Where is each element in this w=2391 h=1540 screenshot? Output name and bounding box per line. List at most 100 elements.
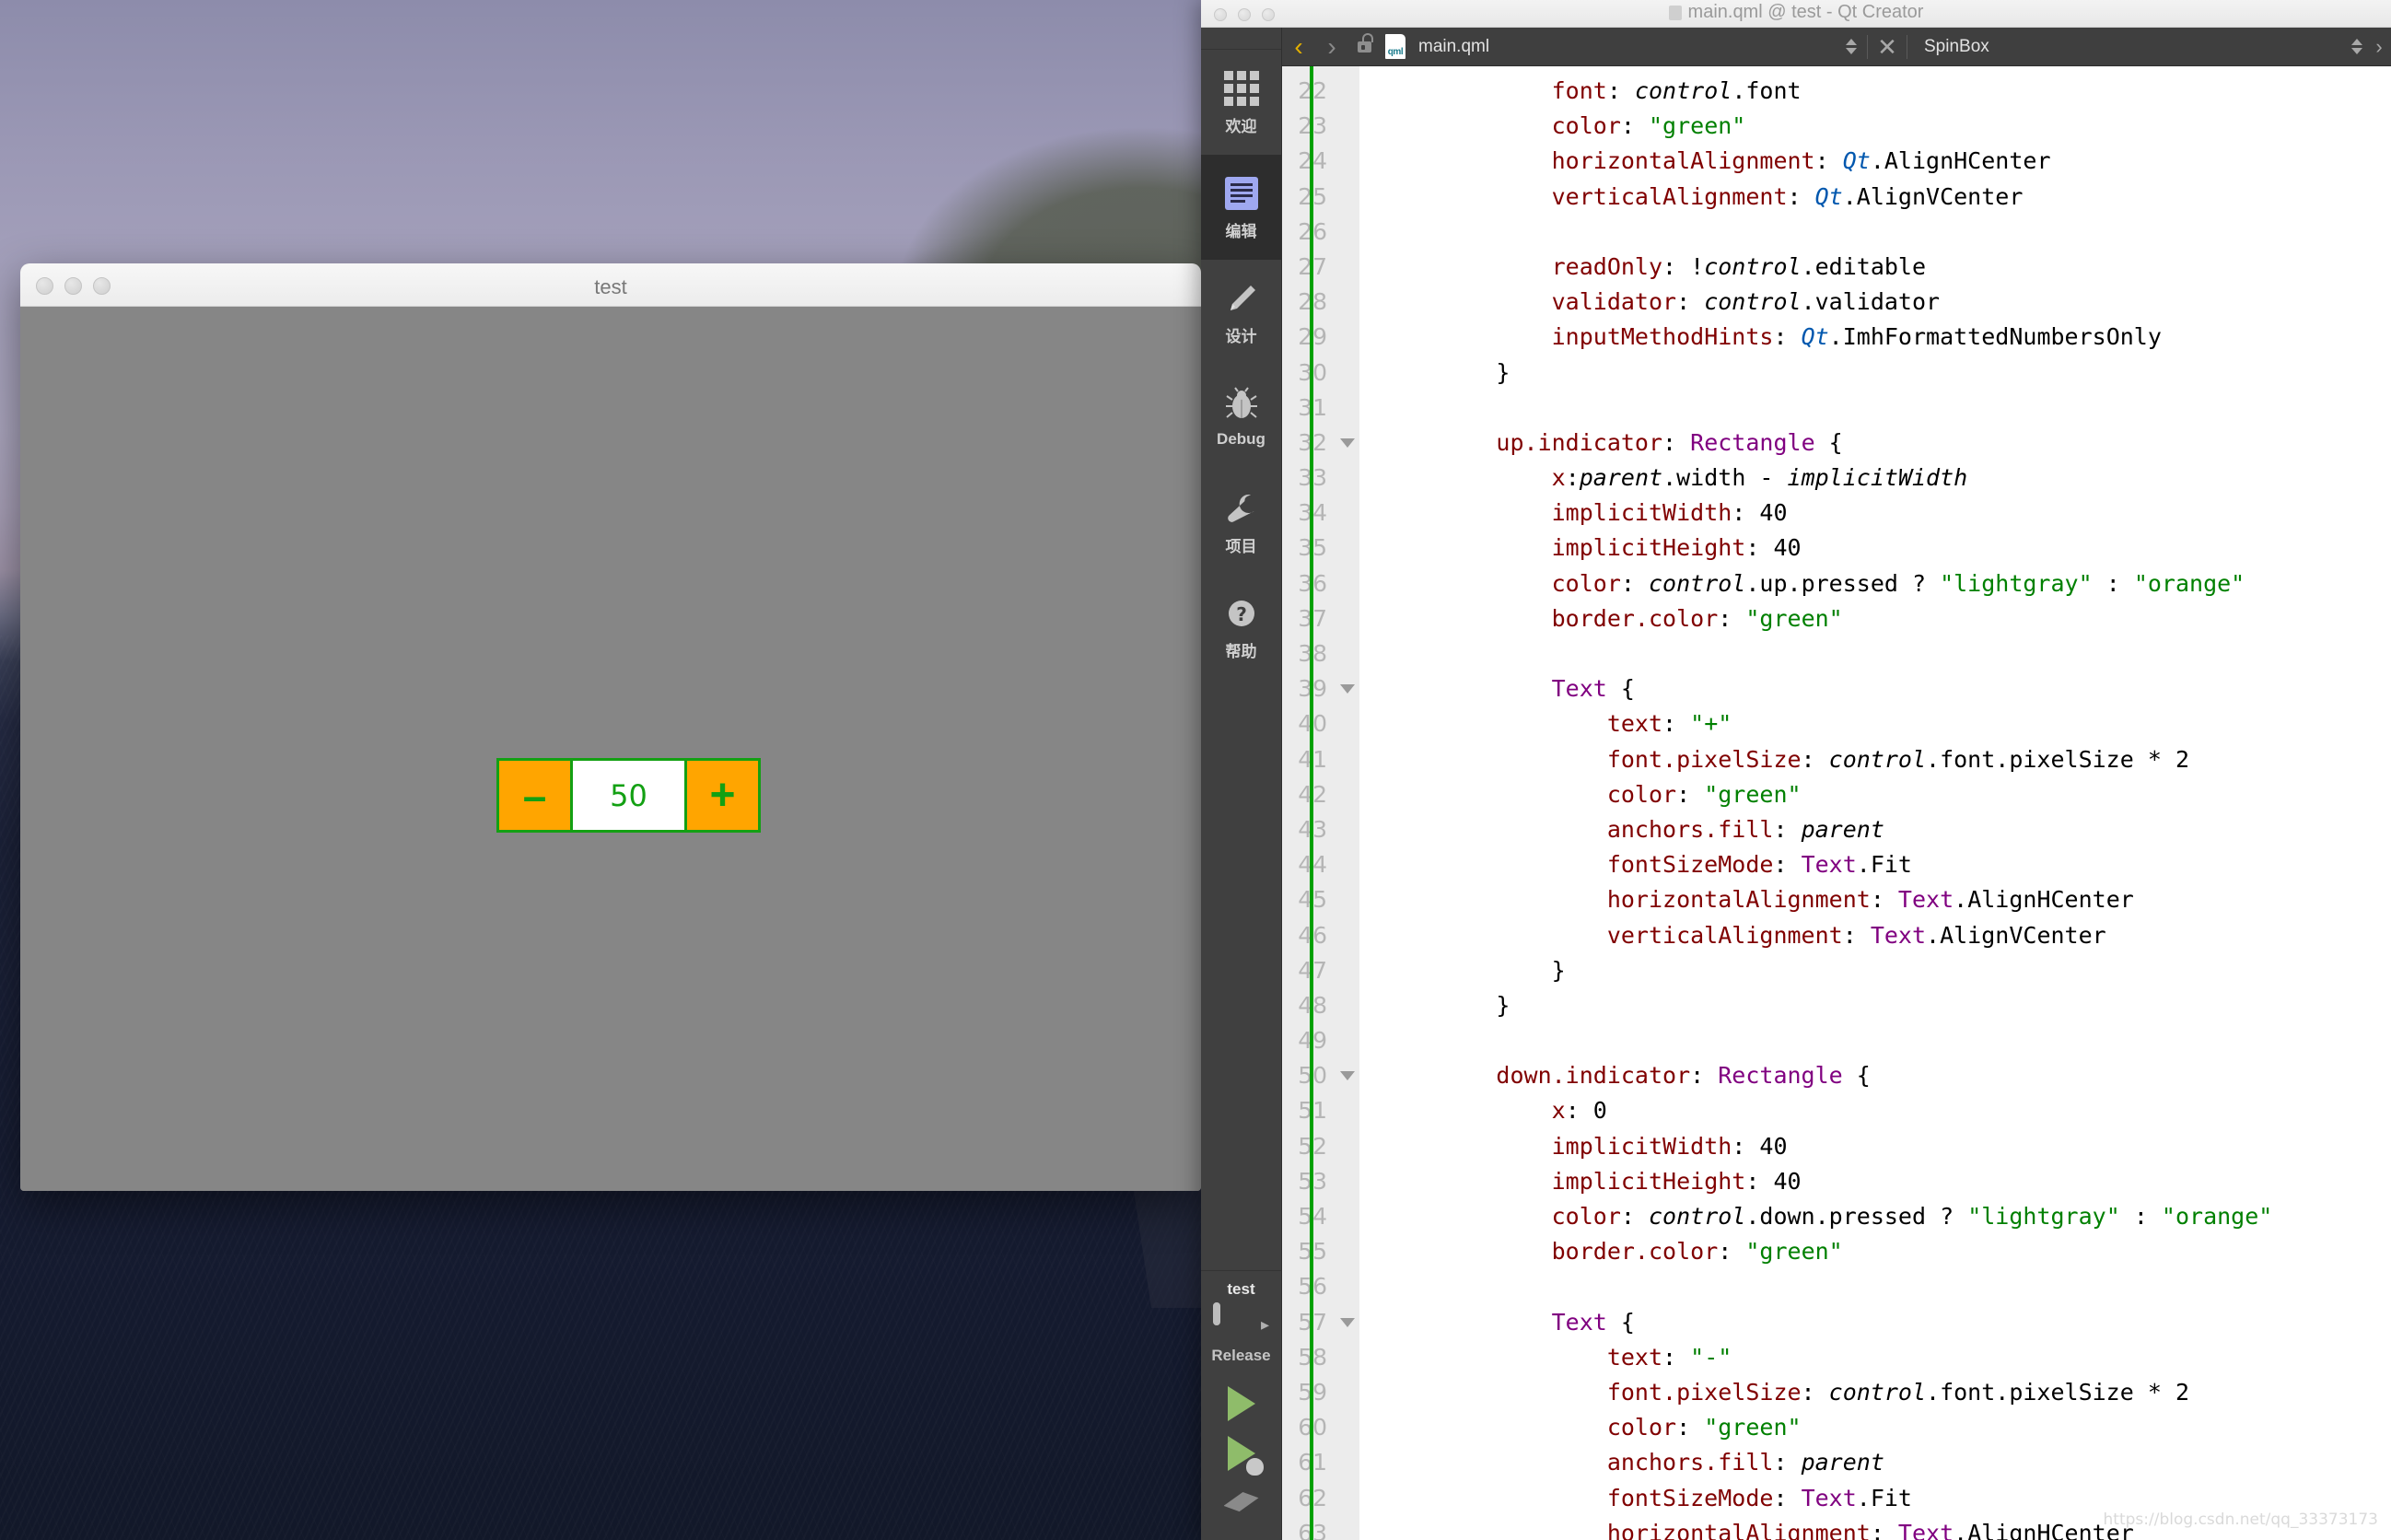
code-line[interactable]: fontSizeMode: Text.Fit (1385, 1481, 2391, 1516)
spinbox-control[interactable]: – 50 + (496, 758, 761, 833)
fold-toggle-icon[interactable] (1335, 1058, 1359, 1093)
code-line[interactable]: font.pixelSize: control.font.pixelSize *… (1385, 1375, 2391, 1410)
code-line[interactable]: color: control.down.pressed ? "lightgray… (1385, 1199, 2391, 1234)
wrench-icon (1222, 489, 1261, 528)
code-line[interactable]: horizontalAlignment: Text.AlignHCenter (1385, 882, 2391, 917)
test-app-window[interactable]: test – 50 + (20, 263, 1201, 1191)
code-line[interactable]: implicitWidth: 40 (1385, 496, 2391, 531)
code-text-content[interactable]: font: control.font color: "green" horizo… (1359, 66, 2391, 1540)
spinbox-increment-button[interactable]: + (684, 761, 758, 830)
symbol-selector-spinner[interactable] (2347, 39, 2367, 54)
code-line[interactable] (1385, 215, 2391, 250)
code-line[interactable] (1385, 1023, 2391, 1058)
line-number: 63 (1282, 1516, 1335, 1540)
code-line[interactable]: font: control.font (1385, 74, 2391, 109)
sidebar-item-debug[interactable]: Debug (1201, 365, 1281, 470)
mode-selector-sidebar[interactable]: 欢迎 编辑 设计 Debug 项目 ? 帮助 test ▸ Release (1201, 28, 1282, 1540)
sidebar-item-projects[interactable]: 项目 (1201, 470, 1281, 575)
line-number: 32 (1282, 426, 1335, 461)
code-line[interactable] (1385, 1269, 2391, 1304)
code-line[interactable]: fontSizeMode: Text.Fit (1385, 847, 2391, 882)
code-line[interactable]: up.indicator: Rectangle { (1385, 426, 2391, 461)
qt-creator-window[interactable]: main.qml @ test - Qt Creator 欢迎 编辑 设计 De… (1201, 0, 2391, 1540)
code-line[interactable]: color: "green" (1385, 109, 2391, 144)
code-line[interactable]: x: 0 (1385, 1093, 2391, 1128)
code-line[interactable]: anchors.fill: parent (1385, 812, 2391, 847)
code-line[interactable]: anchors.fill: parent (1385, 1445, 2391, 1480)
code-line[interactable]: x:parent.width - implicitWidth (1385, 461, 2391, 496)
chevron-right-icon[interactable]: ▸ (1261, 1315, 1269, 1335)
unlocked-icon[interactable] (1348, 32, 1380, 52)
code-line[interactable]: validator: control.validator (1385, 285, 2391, 320)
sidebar-item-welcome[interactable]: 欢迎 (1201, 50, 1281, 155)
code-line[interactable]: } (1385, 356, 2391, 391)
code-editor[interactable]: 2223242526272829303132333435363738394041… (1282, 66, 2391, 1540)
code-line[interactable]: down.indicator: Rectangle { (1385, 1058, 2391, 1093)
code-line[interactable]: verticalAlignment: Text.AlignVCenter (1385, 918, 2391, 953)
file-selector-spinner[interactable] (1841, 39, 1861, 54)
code-line[interactable]: implicitHeight: 40 (1385, 531, 2391, 566)
code-line[interactable]: border.color: "green" (1385, 1234, 2391, 1269)
code-line[interactable]: color: control.up.pressed ? "lightgray" … (1385, 566, 2391, 601)
sidebar-item-design[interactable]: 设计 (1201, 260, 1281, 365)
kit-selector[interactable]: test ▸ Release (1201, 1270, 1281, 1540)
code-line[interactable]: horizontalAlignment: Text.AlignHCenter (1385, 1516, 2391, 1540)
open-file-name[interactable]: main.qml (1411, 37, 1841, 57)
code-token: up.indicator (1496, 428, 1663, 456)
build-button[interactable] (1216, 1479, 1267, 1527)
spinbox-value-field[interactable]: 50 (573, 761, 684, 830)
code-line[interactable]: verticalAlignment: Qt.AlignVCenter (1385, 180, 2391, 215)
code-line[interactable]: text: "+" (1385, 706, 2391, 741)
navigate-forward-icon[interactable]: › (1315, 33, 1348, 60)
code-line[interactable]: implicitWidth: 40 (1385, 1129, 2391, 1164)
code-line[interactable]: inputMethodHints: Qt.ImhFormattedNumbers… (1385, 320, 2391, 355)
code-token: : (1620, 112, 1649, 140)
code-line[interactable]: font.pixelSize: control.font.pixelSize *… (1385, 742, 2391, 777)
code-token: : (1690, 1062, 1719, 1090)
code-line[interactable]: } (1385, 953, 2391, 988)
code-token: text (1606, 710, 1663, 738)
code-line[interactable]: border.color: "green" (1385, 601, 2391, 636)
sidebar-item-edit[interactable]: 编辑 (1201, 155, 1281, 260)
debug-button[interactable] (1216, 1429, 1267, 1477)
sidebar-item-help[interactable]: ? 帮助 (1201, 575, 1281, 680)
code-folding-bar[interactable] (1335, 66, 1359, 1540)
code-line[interactable]: implicitHeight: 40 (1385, 1164, 2391, 1199)
target-row[interactable]: ▸ (1212, 1302, 1269, 1343)
code-line[interactable]: color: "green" (1385, 1410, 2391, 1445)
current-symbol-label[interactable]: SpinBox (1913, 37, 2347, 57)
code-token: horizontalAlignment (1606, 886, 1871, 914)
code-token: "orange" (2161, 1203, 2273, 1230)
spinbox-decrement-button[interactable]: – (499, 761, 573, 830)
code-token: text (1606, 1343, 1663, 1371)
code-line[interactable]: } (1385, 988, 2391, 1023)
fold-toggle-icon[interactable] (1335, 671, 1359, 706)
test-window-titlebar[interactable]: test (20, 263, 1201, 307)
code-token: parent (1579, 464, 1663, 492)
fold-toggle-icon[interactable] (1335, 426, 1359, 461)
code-line[interactable]: text: "-" (1385, 1340, 2391, 1375)
code-line[interactable]: readOnly: !control.editable (1385, 250, 2391, 285)
close-document-icon[interactable]: ✕ (1873, 35, 1901, 59)
code-line[interactable]: Text { (1385, 671, 2391, 706)
code-line[interactable]: color: "green" (1385, 777, 2391, 812)
line-number: 38 (1282, 636, 1335, 671)
run-button[interactable] (1216, 1380, 1267, 1428)
fold-toggle-icon[interactable] (1335, 1305, 1359, 1340)
qt-creator-titlebar[interactable]: main.qml @ test - Qt Creator (1201, 0, 2391, 28)
line-number: 41 (1282, 742, 1335, 777)
navigate-back-icon[interactable]: ‹ (1282, 33, 1315, 60)
code-token: .down.pressed ? (1745, 1203, 1968, 1230)
code-line[interactable]: horizontalAlignment: Qt.AlignHCenter (1385, 144, 2391, 179)
code-line[interactable] (1385, 391, 2391, 426)
split-editor-icon[interactable]: › (2367, 35, 2391, 59)
code-token: fontSizeMode (1606, 1484, 1774, 1511)
editor-toolbar[interactable]: ‹ › qml main.qml ✕ SpinBox › (1282, 28, 2391, 66)
code-line[interactable] (1385, 636, 2391, 671)
code-line[interactable]: Text { (1385, 1305, 2391, 1340)
